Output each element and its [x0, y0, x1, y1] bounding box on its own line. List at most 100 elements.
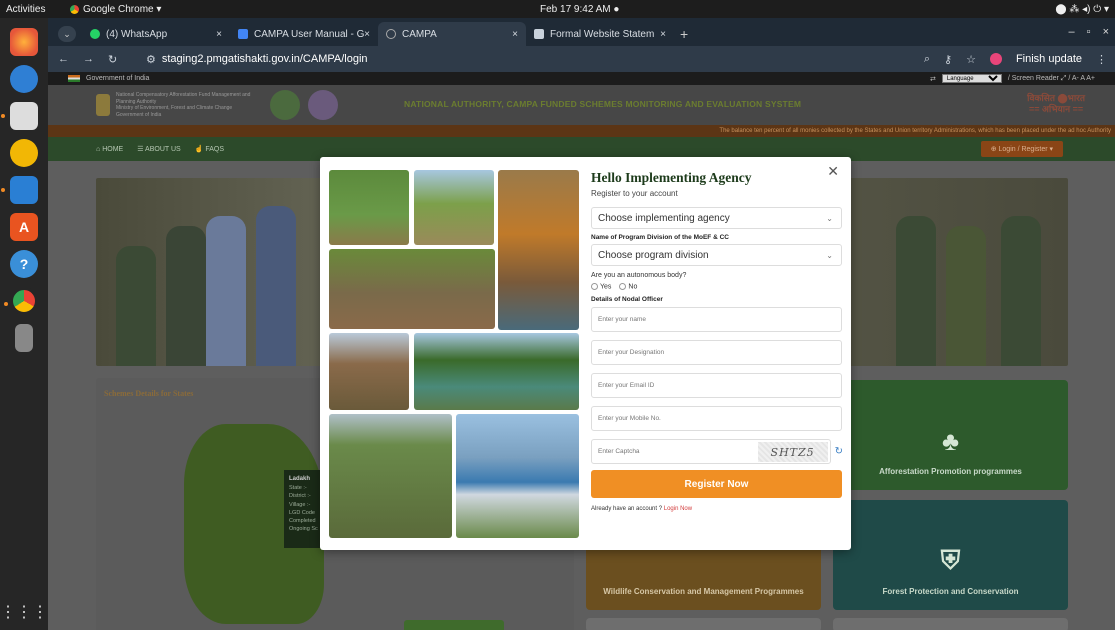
close-tab-icon[interactable]: ×: [660, 29, 666, 40]
refresh-captcha-icon[interactable]: ↻: [835, 446, 843, 457]
tooltip-title: Ladakh: [289, 476, 311, 482]
login-register-button[interactable]: ⊕ Login / Register ▾: [980, 141, 1063, 157]
dock: A ? ⋮⋮⋮: [0, 18, 48, 630]
radio-no[interactable]: No: [619, 283, 637, 290]
card-label: Wildlife Conservation and Management Pro…: [603, 587, 804, 596]
tab-search-button[interactable]: ⌄: [58, 26, 76, 42]
card-afforestation[interactable]: ♣ Afforestation Promotion programmes: [833, 380, 1068, 490]
app-menu-label: Google Chrome ▾: [83, 3, 162, 15]
tab-formal-website[interactable]: Formal Website Statem ×: [526, 22, 674, 46]
floating-button[interactable]: [404, 620, 504, 630]
files-icon[interactable]: [1, 102, 38, 130]
tab-whatsapp[interactable]: (4) WhatsApp ×: [82, 22, 230, 46]
close-window-icon[interactable]: ×: [1103, 26, 1109, 38]
captcha-field[interactable]: Enter Captcha SHTZ5: [591, 439, 831, 465]
modal-subtitle: Register to your account: [591, 189, 678, 198]
language-select[interactable]: Language: [941, 74, 1002, 83]
chrome-icon[interactable]: [4, 287, 38, 315]
email-field[interactable]: Enter your Email ID: [591, 373, 842, 399]
forward-icon[interactable]: →: [83, 53, 94, 66]
trees-icon: ♣: [941, 426, 960, 456]
accessibility-links[interactable]: / Screen Reader ⤢ / A- A A+: [1008, 75, 1095, 83]
tooltip-line: LGD Code: [289, 509, 315, 516]
division-select[interactable]: Choose program division ⌄: [591, 244, 842, 266]
division-label: Name of Program Division of the MoEF & C…: [591, 234, 729, 241]
page-icon: [534, 29, 544, 39]
agency-select[interactable]: Choose implementing agency ⌄: [591, 207, 842, 229]
rhythmbox-icon[interactable]: [10, 139, 38, 167]
nav-faqs[interactable]: ☝ FAQS: [195, 145, 224, 153]
modal-title: Hello Implementing Agency: [591, 170, 752, 185]
thunderbird-icon[interactable]: [10, 65, 38, 93]
maximize-icon[interactable]: ▫: [1087, 26, 1091, 38]
password-key-icon[interactable]: ⚷: [944, 53, 952, 66]
bookmark-star-icon[interactable]: ☆: [966, 53, 976, 66]
system-tray[interactable]: ⬤ ⁂ ◂) ⏻ ▾: [1055, 4, 1109, 15]
card-forest-protection[interactable]: ⛨ Forest Protection and Conservation: [833, 500, 1068, 610]
site-header: National Compensatory Afforestation Fund…: [48, 85, 1115, 125]
globe-icon: [386, 29, 396, 39]
pond-photo: [414, 333, 579, 410]
hero-person: [116, 246, 156, 366]
menu-kebab-icon[interactable]: ⋮: [1096, 53, 1107, 66]
autonomous-radio-group: Yes No: [591, 283, 843, 290]
usb-drive-icon[interactable]: [15, 324, 33, 352]
chevron-down-icon: ⌄: [826, 250, 833, 260]
clock[interactable]: Feb 17 9:42 AM ●: [540, 4, 619, 15]
tooltip-line: Village :-: [289, 501, 311, 508]
tab-campa-manual[interactable]: CAMPA User Manual - G ×: [230, 22, 378, 46]
nav-home[interactable]: ⌂ HOME: [96, 146, 123, 153]
viksit-bharat-logo: विकसित ⬤भारत == अभियान ==: [1027, 93, 1085, 114]
nav-faqs-label: FAQS: [205, 146, 225, 153]
url-field[interactable]: ⚙ staging2.pmgatishakti.gov.in/CAMPA/log…: [146, 53, 866, 66]
profile-avatar[interactable]: [989, 53, 1002, 65]
nav-about-label: ABOUT US: [145, 146, 181, 153]
hero-person: [896, 216, 936, 366]
login-now-link[interactable]: Login Now: [664, 506, 692, 512]
gov-label: Government of India: [86, 75, 150, 82]
captcha-row: Enter Captcha SHTZ5 ↻: [591, 439, 843, 465]
thumbs-up-icon: ☝: [194, 146, 204, 153]
hero-person: [1001, 216, 1041, 366]
window-controls: – ▫ ×: [1069, 26, 1109, 38]
nav-about[interactable]: ☰ ABOUT US: [137, 145, 181, 153]
home-icon: ⌂: [96, 145, 101, 153]
app-menu[interactable]: Google Chrome ▾: [70, 4, 161, 15]
card-partial: [586, 618, 821, 630]
tab-campa[interactable]: CAMPA ×: [378, 22, 526, 46]
firefox-icon[interactable]: [10, 28, 38, 56]
already-text: Already have an account ?: [591, 506, 663, 513]
india-flag-icon: [68, 75, 80, 82]
site-info-icon[interactable]: ⚙: [146, 53, 156, 66]
new-tab-button[interactable]: +: [680, 26, 688, 42]
close-tab-icon[interactable]: ×: [512, 29, 518, 40]
minimize-icon[interactable]: –: [1069, 26, 1075, 38]
libreoffice-writer-icon[interactable]: [1, 176, 38, 204]
close-tab-icon[interactable]: ×: [364, 29, 370, 40]
close-icon[interactable]: ✕: [827, 163, 839, 180]
show-apps-icon[interactable]: ⋮⋮⋮: [0, 602, 48, 622]
app-center-icon[interactable]: A: [10, 213, 38, 241]
mobile-field[interactable]: Enter your Mobile No.: [591, 406, 842, 432]
register-button[interactable]: Register Now: [591, 470, 842, 499]
register-form: ✕ Hello Implementing Agency Register to …: [591, 157, 851, 550]
activities-button[interactable]: Activities: [6, 4, 62, 15]
url-text: staging2.pmgatishakti.gov.in/CAMPA/login: [161, 53, 368, 65]
tooltip-line: District :-: [289, 493, 311, 500]
deer-photo: [329, 170, 409, 245]
autonomous-question: Are you an autonomous body?: [591, 272, 687, 279]
radio-yes[interactable]: Yes: [591, 283, 611, 290]
help-icon[interactable]: ?: [10, 250, 38, 278]
name-field[interactable]: Enter your name: [591, 307, 842, 333]
back-icon[interactable]: ←: [58, 53, 69, 66]
radio-yes-label: Yes: [600, 283, 612, 291]
close-tab-icon[interactable]: ×: [216, 29, 222, 40]
designation-field[interactable]: Enter your Designation: [591, 340, 842, 366]
photo-collage: [320, 157, 582, 550]
campa-logo: [270, 90, 300, 120]
zoom-icon[interactable]: ⌕: [924, 53, 930, 66]
docs-icon: [238, 29, 248, 39]
card-label: Afforestation Promotion programmes: [879, 467, 1022, 476]
reload-icon[interactable]: ↻: [108, 53, 117, 66]
finish-update-button[interactable]: Finish update: [1016, 53, 1082, 65]
